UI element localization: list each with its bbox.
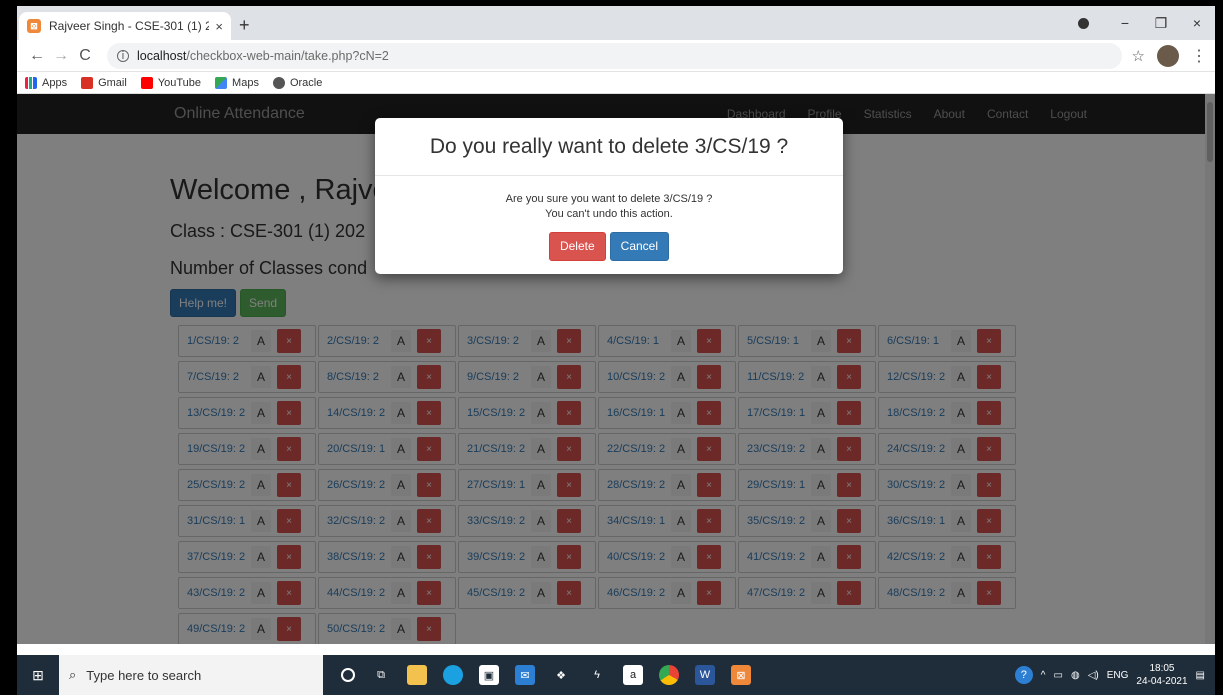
bookmark-gmail[interactable]: Gmail (81, 76, 127, 89)
bookmark-oracle[interactable]: Oracle (272, 76, 322, 89)
browser-tab[interactable]: ⊠ Rajveer Singh - CSE-301 (1) 2021 × (19, 12, 231, 40)
chevron-up-icon[interactable]: ^ (1041, 670, 1046, 681)
youtube-icon (140, 76, 153, 89)
browser-tabstrip: ⊠ Rajveer Singh - CSE-301 (1) 2021 × + −… (17, 6, 1215, 40)
bookmarks-bar: Apps Gmail YouTube Maps Oracle (17, 72, 1215, 94)
bookmark-apps[interactable]: Apps (25, 76, 67, 89)
edge-icon[interactable] (443, 665, 463, 685)
clock-time: 18:05 (1149, 663, 1175, 674)
modal-message: Are you sure you want to delete 3/CS/19 … (505, 193, 713, 205)
battery-icon[interactable]: ▭ (1054, 670, 1063, 681)
notification-icon[interactable]: ▤ (1196, 670, 1205, 681)
delete-button[interactable]: Delete (548, 232, 606, 261)
mail-icon[interactable]: ✉ (515, 665, 535, 685)
windows-taskbar: ⊞ ⌕ Type here to search ⧉ ▣ ✉ ❖ ϟ a W ⊠ … (17, 655, 1215, 695)
windows-start-icon[interactable]: ⊞ (17, 655, 59, 695)
search-icon: ⌕ (69, 667, 77, 682)
modal-title: Do you really want to delete 3/CS/19 ? (375, 118, 843, 176)
page-viewport: Online Attendance Dashboard Profile Stat… (17, 94, 1215, 644)
taskbar-apps: ⧉ ▣ ✉ ❖ ϟ a W ⊠ (341, 665, 751, 685)
back-icon[interactable]: ← (25, 47, 49, 65)
xampp-taskbar-icon[interactable]: ⊠ (731, 665, 751, 685)
profile-avatar[interactable] (1157, 44, 1179, 67)
forward-icon[interactable]: → (49, 47, 73, 65)
url-input[interactable]: i localhost/checkbox-web-main/take.php?c… (107, 42, 1122, 69)
new-tab-button[interactable]: + (239, 15, 250, 36)
reload-icon[interactable]: C (73, 47, 97, 65)
maps-icon (215, 76, 228, 89)
winamp-icon[interactable]: ϟ (587, 665, 607, 685)
modal-warning: You can't undo this action. (545, 208, 673, 220)
info-icon[interactable]: i (117, 49, 129, 62)
record-icon (1078, 17, 1089, 29)
xampp-icon: ⊠ (27, 19, 41, 33)
network-icon[interactable]: ◍ (1071, 670, 1080, 681)
bookmark-maps[interactable]: Maps (215, 76, 259, 89)
delete-confirm-modal: Do you really want to delete 3/CS/19 ? A… (375, 118, 843, 274)
address-bar: ← → C i localhost/checkbox-web-main/take… (17, 40, 1215, 72)
modal-buttons: Delete Cancel (375, 232, 843, 261)
close-tab-icon[interactable]: × (215, 19, 223, 34)
language-indicator[interactable]: ENG (1107, 670, 1129, 681)
search-placeholder: Type here to search (86, 667, 202, 683)
menu-dots-icon[interactable]: ⋮ (1191, 46, 1207, 66)
apps-grid-icon (25, 76, 37, 89)
minimize-button[interactable]: − (1107, 15, 1143, 31)
task-view-icon[interactable]: ⧉ (371, 665, 391, 685)
volume-icon[interactable]: ◁) (1088, 670, 1099, 681)
store-icon[interactable]: ▣ (479, 665, 499, 685)
gmail-icon (81, 76, 94, 89)
help-icon[interactable]: ? (1014, 666, 1033, 684)
taskbar-search[interactable]: ⌕ Type here to search (59, 655, 323, 695)
cancel-button[interactable]: Cancel (609, 232, 670, 261)
amazon-icon[interactable]: a (623, 665, 643, 685)
url-path: /checkbox-web-main/take.php?cN=2 (186, 48, 389, 63)
clock[interactable]: 18:05 24-04-2021 (1136, 662, 1187, 688)
bookmark-star-icon[interactable]: ☆ (1132, 47, 1145, 65)
maximize-button[interactable]: ❐ (1143, 15, 1179, 32)
tab-title: Rajveer Singh - CSE-301 (1) 2021 (49, 19, 210, 33)
globe-icon (272, 76, 285, 89)
chrome-icon[interactable] (659, 665, 679, 685)
file-explorer-icon[interactable] (407, 665, 427, 685)
cortana-icon[interactable] (341, 668, 355, 682)
system-tray: ? ^ ▭ ◍ ◁) ENG 18:05 24-04-2021 ▤ (1014, 662, 1215, 688)
word-icon[interactable]: W (695, 665, 715, 685)
close-window-button[interactable]: × (1179, 15, 1215, 31)
screen: ⊠ Rajveer Singh - CSE-301 (1) 2021 × + −… (17, 6, 1215, 695)
window-controls: − ❐ × (1078, 6, 1215, 40)
dropbox-icon[interactable]: ❖ (551, 665, 571, 685)
url-host: localhost (137, 48, 187, 63)
clock-date: 24-04-2021 (1136, 676, 1188, 687)
bookmark-youtube[interactable]: YouTube (140, 76, 201, 89)
modal-body: Are you sure you want to delete 3/CS/19 … (375, 176, 843, 261)
